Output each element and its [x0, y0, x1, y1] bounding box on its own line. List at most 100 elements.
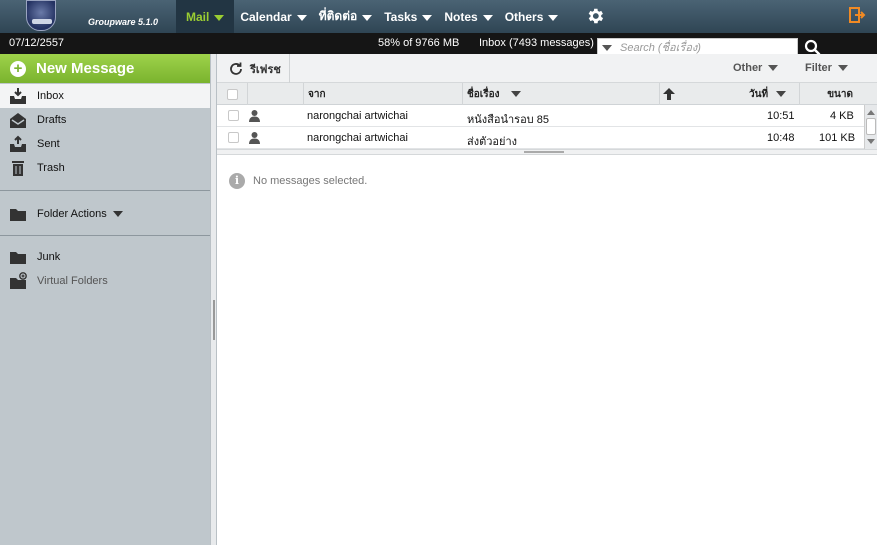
select-all-checkbox[interactable] [226, 88, 238, 100]
sidebar-item-junk[interactable]: Junk [0, 245, 210, 269]
empty-preview-text: No messages selected. [253, 175, 368, 187]
chevron-down-icon [112, 211, 123, 217]
new-message-label: New Message [36, 60, 135, 77]
chevron-down-icon [776, 91, 787, 97]
column-subject-label: ชื่อเรื่อง [467, 88, 500, 100]
filter-menu[interactable]: Filter [805, 62, 848, 74]
organization-logo [26, 0, 56, 31]
user-icon [249, 110, 260, 122]
sidebar-item-sent[interactable]: Sent [0, 132, 210, 156]
nav-mail[interactable]: Mail [176, 0, 235, 33]
nav-tasks-label: Tasks [384, 9, 418, 24]
column-flag [247, 83, 303, 105]
logout-icon[interactable] [848, 6, 866, 24]
sidebar-item-virtual-folders[interactable]: Virtual Folders [0, 269, 210, 293]
scrollbar-thumb[interactable] [866, 118, 876, 135]
sidebar-item-trash[interactable]: Trash [0, 156, 210, 180]
chevron-down-icon [768, 65, 779, 71]
sidebar-item-label: Trash [37, 162, 65, 174]
info-icon: i [229, 173, 245, 189]
column-date[interactable]: วันที่ [659, 83, 799, 105]
sidebar-item-drafts[interactable]: Drafts [0, 108, 210, 132]
nav-contacts-label: ที่ติดต่อ [318, 9, 358, 23]
empty-preview-notice: i No messages selected. [229, 173, 367, 189]
row-size: 101 KB [819, 132, 856, 144]
scroll-up-icon[interactable] [867, 110, 875, 115]
inbox-count: Inbox (7493 messages) [479, 37, 594, 49]
search-input[interactable] [620, 40, 795, 55]
message-list-header: จาก ชื่อเรื่อง วันที่ ขนาด [217, 83, 877, 105]
column-size-label: ขนาด [827, 88, 853, 100]
filter-label: Filter [805, 62, 832, 74]
column-from[interactable]: จาก [303, 83, 462, 105]
folder-actions-label: Folder Actions [37, 208, 107, 220]
other-label: Other [733, 62, 763, 74]
row-from: narongchai artwichai [307, 110, 408, 122]
nav-calendar-label: Calendar [240, 9, 292, 24]
select-all-cell [217, 83, 247, 105]
message-preview-pane: i No messages selected. [217, 155, 877, 545]
nav-mail-label: Mail [186, 9, 210, 24]
table-row[interactable]: narongchai artwichai หนังสือนำรอบ 85 10:… [217, 105, 864, 127]
other-menu[interactable]: Other [733, 62, 779, 74]
column-size[interactable]: ขนาด [799, 83, 877, 105]
nav-notes[interactable]: Notes [438, 0, 498, 33]
chevron-down-icon [482, 14, 493, 21]
nav-contacts[interactable]: ที่ติดต่อ [313, 0, 379, 33]
search-scope-dropdown-icon[interactable] [602, 45, 612, 51]
user-icon [249, 132, 260, 144]
chevron-down-icon [837, 65, 848, 71]
divider [0, 235, 210, 236]
refresh-button[interactable]: รีเฟรช [217, 54, 290, 83]
nav-others[interactable]: Others [499, 0, 565, 33]
row-from: narongchai artwichai [307, 132, 408, 144]
row-time: 10:48 [767, 132, 795, 144]
refresh-label: รีเฟรช [250, 63, 281, 76]
chevron-down-icon [548, 14, 559, 21]
top-navigation-bar: Groupware 5.1.0 Mail Calendar ที่ติดต่อ … [0, 0, 877, 33]
mail-toolbar: รีเฟรช Other Filter [217, 54, 877, 83]
row-subject: ส่งตัวอย่าง [467, 136, 518, 148]
sidebar-item-label: Drafts [37, 114, 67, 126]
mailbox-quota: 58% of 9766 MB [378, 37, 460, 49]
chevron-down-icon [214, 14, 225, 21]
scroll-down-icon[interactable] [867, 139, 875, 144]
current-date: 07/12/2557 [9, 37, 65, 49]
row-subject: หนังสือนำรอบ 85 [467, 114, 549, 126]
column-date-label: วันที่ [749, 88, 769, 100]
table-row[interactable]: narongchai artwichai ส่งตัวอย่าง 10:48 1… [217, 127, 864, 149]
splitter-grip [213, 300, 215, 340]
chevron-down-icon [422, 14, 433, 21]
folder-icon [10, 209, 26, 221]
row-checkbox[interactable] [228, 132, 239, 143]
sidebar-item-label: Junk [37, 251, 61, 263]
message-list-scrollbar[interactable] [864, 105, 877, 149]
refresh-icon [230, 62, 242, 75]
column-subject[interactable]: ชื่อเรื่อง [462, 83, 659, 105]
divider [0, 190, 210, 191]
sidebar-splitter[interactable] [210, 54, 217, 545]
folder-actions-menu[interactable]: Folder Actions [0, 202, 210, 226]
sent-icon [10, 135, 26, 152]
sidebar-item-inbox[interactable]: Inbox [0, 84, 210, 108]
new-message-button[interactable]: + New Message [0, 54, 210, 83]
sidebar-item-label: Inbox [37, 90, 64, 102]
chevron-down-icon [296, 14, 307, 21]
app-name: Groupware 5.1.0 [88, 17, 159, 27]
nav-tasks[interactable]: Tasks [378, 0, 438, 33]
column-from-label: จาก [308, 88, 326, 100]
nav-calendar[interactable]: Calendar [234, 0, 312, 33]
sidebar: + New Message Inbox Drafts Sent Trash Fo… [0, 54, 210, 545]
sort-ascending-icon[interactable] [662, 87, 676, 101]
gear-icon[interactable] [585, 6, 605, 26]
virtual-folder-icon [10, 272, 27, 289]
trash-icon [12, 161, 24, 176]
folder-icon [10, 252, 26, 264]
sidebar-item-label: Virtual Folders [37, 275, 108, 287]
row-checkbox[interactable] [228, 110, 239, 121]
nav-others-label: Others [504, 9, 544, 24]
chevron-down-icon [362, 14, 373, 21]
main-nav: Mail Calendar ที่ติดต่อ Tasks Notes Othe… [176, 0, 564, 33]
inbox-icon [10, 88, 26, 104]
nav-notes-label: Notes [444, 9, 478, 24]
